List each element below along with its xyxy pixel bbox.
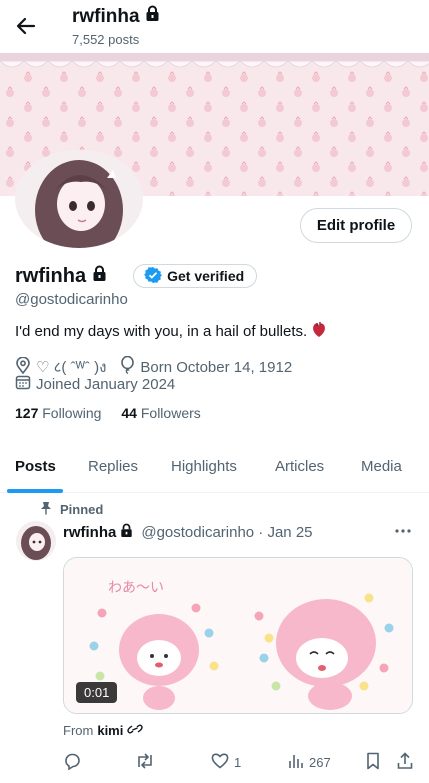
video-duration: 0:01 — [76, 682, 118, 703]
following-label: Following — [42, 405, 102, 421]
repost-icon — [135, 752, 155, 773]
video-caption-text: わあ〜い — [108, 580, 164, 596]
followers-link[interactable]: 44 Followers — [121, 405, 200, 421]
follow-stats: 127 Following 44 Followers — [15, 405, 201, 421]
like-count: 1 — [234, 754, 242, 770]
tab-posts[interactable]: Posts — [15, 440, 56, 493]
pinned-indicator: Pinned — [40, 501, 103, 518]
view-count: 267 — [309, 754, 331, 770]
tab-replies[interactable]: Replies — [88, 440, 138, 493]
profile-bio: I'd end my days with you, in a hail of b… — [15, 321, 327, 342]
lock-icon — [120, 523, 133, 542]
following-count: 127 — [15, 405, 39, 421]
header-title: rwfinha — [72, 5, 160, 28]
pinned-label: Pinned — [60, 502, 104, 517]
get-verified-button[interactable]: Get verified — [133, 264, 258, 288]
post-author-name[interactable]: rwfinha — [63, 524, 116, 541]
post-avatar[interactable] — [16, 521, 56, 561]
post-header: rwfinha @gostodicarinho · Jan 25 — [63, 523, 313, 542]
following-link[interactable]: 127 Following — [15, 405, 101, 421]
like-button[interactable]: 1 — [211, 751, 241, 773]
joined-item: Joined January 2024 — [15, 374, 175, 394]
from-prefix: From — [63, 723, 94, 738]
profile-tabs: Posts Replies Highlights Articles Media — [0, 440, 429, 493]
reply-icon — [63, 752, 81, 773]
profile-name: rwfinha — [15, 264, 87, 287]
profile-name-row: rwfinha Get verified — [15, 264, 258, 288]
repost-button[interactable] — [135, 751, 155, 773]
pin-icon — [40, 501, 52, 518]
edit-profile-button[interactable]: Edit profile — [300, 208, 412, 243]
views-button[interactable]: 267 — [288, 751, 331, 773]
heart-icon — [211, 752, 229, 772]
from-name[interactable]: kimi — [97, 723, 123, 738]
lock-icon — [145, 5, 160, 28]
share-icon — [397, 751, 413, 773]
reply-button[interactable] — [63, 751, 81, 773]
top-bar: rwfinha 7,552 posts — [0, 0, 429, 53]
profile-handle: @gostodicarinho — [15, 291, 128, 308]
tab-highlights[interactable]: Highlights — [171, 440, 237, 493]
bookmark-icon — [366, 752, 380, 773]
lock-icon — [92, 265, 107, 287]
joined-text: Joined January 2024 — [36, 375, 176, 393]
calendar-icon — [15, 374, 31, 394]
verified-badge-icon — [144, 266, 163, 287]
link-icon — [127, 723, 144, 738]
active-tab-indicator — [7, 489, 63, 493]
post-video[interactable]: わあ〜い 0:01 — [63, 557, 413, 714]
anatomical-heart-icon — [311, 321, 327, 342]
post-actions: 1 267 — [63, 751, 415, 773]
more-options-icon[interactable] — [393, 521, 413, 541]
tab-media[interactable]: Media — [361, 440, 402, 493]
analytics-icon — [288, 753, 304, 772]
bookmark-button[interactable] — [366, 751, 380, 773]
header-post-count: 7,552 posts — [72, 32, 140, 47]
get-verified-label: Get verified — [167, 268, 245, 284]
profile-meta-row-2: Joined January 2024 — [15, 374, 175, 394]
followers-label: Followers — [140, 405, 201, 421]
post-source: From kimi — [63, 723, 144, 738]
share-button[interactable] — [397, 751, 413, 773]
tab-articles[interactable]: Articles — [275, 440, 324, 493]
followers-count: 44 — [121, 405, 137, 421]
header-name: rwfinha — [72, 5, 140, 27]
profile-avatar[interactable] — [15, 150, 143, 248]
post-author-handle[interactable]: @gostodicarinho · Jan 25 — [141, 524, 312, 541]
back-arrow-icon[interactable] — [12, 12, 40, 40]
bio-text: I'd end my days with you, in a hail of b… — [15, 323, 308, 340]
birthday-text: Born October 14, 1912 — [140, 358, 293, 376]
